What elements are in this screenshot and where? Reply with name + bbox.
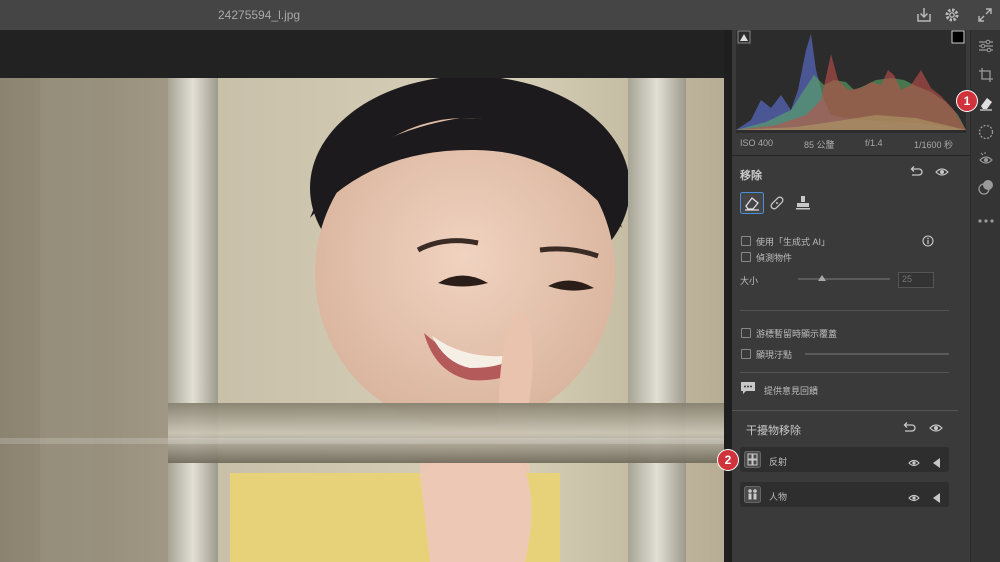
right-panel: ISO 400 85 公釐 f/1.4 1/1600 秒 移除 使用「生成式 A… (732, 30, 970, 562)
heal-tool-bandage-icon[interactable] (768, 194, 786, 217)
reflection-icon (744, 451, 761, 473)
sliders-icon[interactable] (978, 39, 994, 58)
exif-iso: ISO 400 (740, 138, 774, 148)
size-label: 大小 (740, 276, 759, 286)
size-slider-thumb[interactable] (818, 275, 826, 281)
mask-icon[interactable] (978, 124, 994, 145)
histogram (736, 30, 966, 133)
highlight-clip-icon[interactable] (951, 30, 965, 44)
remove-section-title[interactable]: 移除 (740, 167, 762, 183)
distraction-item-reflection[interactable]: 反射 (740, 447, 949, 472)
detect-objects-label: 偵測物件 (756, 253, 793, 263)
visualize-spots-label: 顯現汙點 (756, 350, 793, 360)
redeye-icon[interactable] (978, 151, 994, 172)
panel-divider[interactable] (724, 30, 732, 562)
reset-icon[interactable] (902, 420, 916, 439)
exif-focal: 85 公釐 (804, 140, 835, 150)
eraser-icon[interactable] (978, 95, 994, 116)
export-icon[interactable] (914, 5, 934, 25)
visibility-eye-icon[interactable] (908, 455, 920, 473)
distraction-item-people[interactable]: 人物 (740, 482, 949, 507)
reset-icon[interactable] (909, 164, 923, 183)
visualize-spots-checkbox[interactable] (741, 349, 751, 359)
info-icon[interactable] (922, 234, 934, 252)
annotation-badge-1: 1 (957, 91, 977, 111)
presets-icon[interactable] (978, 179, 994, 200)
separator (740, 372, 949, 373)
distraction-item-label: 人物 (769, 492, 788, 502)
exif-shutter: 1/1600 秒 (914, 140, 954, 150)
expand-icon[interactable] (975, 5, 995, 25)
expand-triangle-icon[interactable] (933, 490, 941, 508)
more-icon[interactable] (978, 210, 994, 228)
feedback-link[interactable]: 提供意見回饋 (764, 384, 818, 397)
visualize-spots-slider[interactable] (805, 353, 949, 355)
separator (732, 155, 970, 156)
clone-tool-stamp-icon[interactable] (794, 194, 812, 217)
crop-icon[interactable] (978, 67, 994, 88)
feedback-icon[interactable] (740, 381, 756, 400)
size-slider[interactable] (798, 275, 890, 281)
visibility-eye-icon[interactable] (929, 421, 943, 439)
gear-icon[interactable] (942, 5, 962, 25)
window-title: 24275594_l.jpg (218, 8, 301, 22)
people-icon (744, 486, 761, 508)
visibility-eye-icon[interactable] (935, 165, 949, 183)
detect-objects-checkbox[interactable] (741, 252, 751, 262)
size-value: 25 (902, 274, 913, 284)
separator (732, 410, 958, 411)
show-overlay-label: 游標暫留時顯示覆蓋 (756, 329, 838, 339)
distraction-removal-title[interactable]: 干擾物移除 (746, 422, 801, 438)
annotation-badge-2: 2 (718, 450, 738, 470)
expand-triangle-icon[interactable] (933, 455, 941, 473)
separator (740, 310, 949, 311)
tool-strip (970, 30, 1000, 562)
generative-ai-checkbox[interactable] (741, 236, 751, 246)
generative-ai-label: 使用「生成式 AI」 (756, 237, 831, 247)
show-overlay-checkbox[interactable] (741, 328, 751, 338)
title-bar: 24275594_l.jpg (0, 0, 1000, 30)
size-value-field[interactable]: 25 (898, 272, 934, 288)
distraction-item-label: 反射 (769, 457, 788, 467)
photo-preview[interactable] (0, 78, 724, 562)
visibility-eye-icon[interactable] (908, 490, 920, 508)
remove-tool-eraser-icon[interactable] (740, 192, 764, 219)
exif-aperture: f/1.4 (865, 138, 883, 148)
